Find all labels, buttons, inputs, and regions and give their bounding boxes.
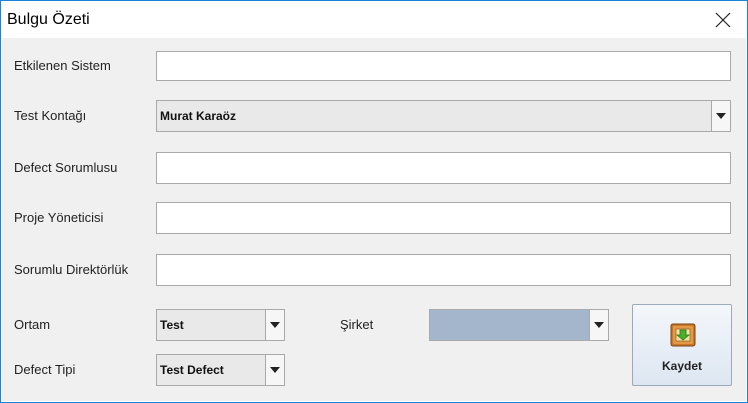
- chevron-down-icon[interactable]: [265, 310, 284, 340]
- defect-tipi-value: Test Defect: [160, 363, 224, 377]
- chevron-down-icon[interactable]: [265, 355, 284, 385]
- window-title: Bulgu Özeti: [7, 11, 90, 28]
- sirket-combo[interactable]: [429, 309, 609, 341]
- save-box-icon: [669, 320, 697, 353]
- sorumlu-direktorluk-label: Sorumlu Direktörlük: [14, 262, 129, 277]
- defect-tipi-combo[interactable]: Test Defect: [156, 354, 285, 386]
- proje-yoneticisi-input[interactable]: [156, 202, 731, 234]
- defect-sorumlusu-label: Defect Sorumlusu: [14, 160, 118, 175]
- title-bar: Bulgu Özeti: [2, 2, 746, 38]
- test-kontagi-value: Murat Karaöz: [160, 109, 237, 123]
- defect-tipi-label: Defect Tipi: [14, 362, 76, 377]
- dialog-window: Bulgu Özeti Etkilenen Sistem Test Kontağ…: [0, 0, 748, 403]
- save-button[interactable]: Kaydet: [632, 304, 732, 386]
- etkilenen-sistem-label: Etkilenen Sistem: [14, 58, 111, 73]
- test-kontagi-combo[interactable]: Murat Karaöz: [156, 100, 731, 132]
- defect-sorumlusu-input[interactable]: [156, 152, 731, 184]
- test-kontagi-label: Test Kontağı: [14, 108, 87, 123]
- etkilenen-sistem-input[interactable]: [156, 51, 731, 81]
- sirket-label: Şirket: [340, 317, 374, 332]
- sorumlu-direktorluk-input[interactable]: [156, 254, 731, 286]
- ortam-label: Ortam: [14, 317, 51, 332]
- chevron-down-icon[interactable]: [589, 310, 608, 340]
- form-panel: Etkilenen Sistem Test Kontağı Murat Kara…: [2, 38, 746, 401]
- ortam-combo[interactable]: Test: [156, 309, 285, 341]
- ortam-value: Test: [160, 318, 184, 332]
- chevron-down-icon[interactable]: [711, 101, 730, 131]
- proje-yoneticisi-label: Proje Yöneticisi: [14, 210, 104, 225]
- close-button[interactable]: [700, 2, 746, 38]
- save-button-label: Kaydet: [661, 359, 702, 373]
- close-icon: [715, 12, 731, 28]
